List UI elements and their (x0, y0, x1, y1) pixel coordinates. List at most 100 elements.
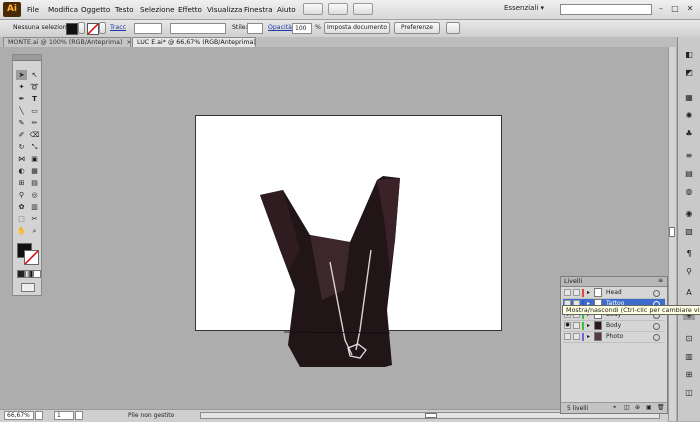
type-tool-icon[interactable]: T (29, 94, 40, 104)
menu-modifica[interactable]: Modifica (48, 5, 78, 14)
layer-name[interactable]: Head (606, 289, 622, 296)
stroke-panel-icon[interactable]: ≡ (683, 150, 695, 161)
shape-builder-icon[interactable]: ◐ (16, 166, 27, 176)
menu-testo[interactable]: Testo (115, 5, 134, 14)
graphic-styles-icon[interactable]: ▧ (683, 226, 695, 237)
eyedropper-icon[interactable]: ⚲ (16, 190, 27, 200)
align-icon[interactable]: ▥ (683, 351, 695, 362)
transform-icon[interactable]: ⊞ (683, 369, 695, 380)
style-swatch[interactable] (247, 23, 263, 34)
perspective-grid-icon[interactable]: ▦ (29, 166, 40, 176)
blend-tool-icon[interactable]: ◎ (29, 190, 40, 200)
arrange-documents-button[interactable] (328, 3, 348, 15)
layers-panel-header[interactable]: Livelli ≡ (561, 277, 667, 287)
color-guide-icon[interactable]: ◩ (683, 67, 695, 78)
preferences-button[interactable]: Preferenze (394, 22, 440, 34)
layer-row[interactable]: ▸ Photo (563, 332, 665, 343)
target-icon[interactable] (653, 290, 660, 297)
rotate-icon[interactable]: ↻ (16, 142, 27, 152)
appearance-icon[interactable]: ◉ (683, 208, 695, 219)
line-tool-icon[interactable]: ╲ (16, 106, 27, 116)
color-panel-icon[interactable]: ◧ (683, 49, 695, 60)
paintbrush-icon[interactable]: ✎ (16, 118, 27, 128)
vertical-scrollbar[interactable] (668, 47, 676, 421)
paragraph-icon[interactable]: ¶ (683, 248, 695, 259)
gradient-mode-icon[interactable] (25, 270, 33, 278)
swatches-icon[interactable]: ▦ (683, 92, 695, 103)
lock-toggle[interactable] (573, 333, 580, 340)
search-input[interactable] (560, 4, 652, 15)
symbols-icon[interactable]: ♣ (683, 128, 695, 139)
expand-triangle-icon[interactable]: ▸ (587, 289, 590, 296)
rectangle-tool-icon[interactable]: ▭ (29, 106, 40, 116)
magic-wand-icon[interactable]: ✦ (16, 82, 27, 92)
menu-oggetto[interactable]: Oggetto (81, 5, 110, 14)
pen-tool-icon[interactable]: ✒ (16, 94, 27, 104)
stroke-link[interactable]: Tracc (110, 24, 126, 31)
gradient-panel-icon[interactable]: ▤ (683, 168, 695, 179)
scroll-thumb[interactable] (669, 227, 675, 237)
stroke-dropdown[interactable] (99, 22, 106, 34)
column-graph-icon[interactable]: ▥ (29, 202, 40, 212)
menu-aiuto[interactable]: Aiuto (277, 5, 296, 14)
stroke-weight-field[interactable] (134, 23, 162, 34)
lock-toggle[interactable] (573, 322, 580, 329)
tab-luc-e[interactable]: LUC E.ai* @ 66,67% (RGB/Anteprima)× (132, 37, 256, 47)
artboards-icon[interactable]: ⊡ (683, 333, 695, 344)
brush-field[interactable] (170, 23, 226, 34)
zoom-field[interactable]: 66,67% (4, 411, 34, 420)
blob-brush-icon[interactable]: ✐ (16, 130, 27, 140)
layer-row[interactable]: ▸ Head (563, 288, 665, 299)
direct-selection-icon[interactable]: ↖ (29, 70, 40, 80)
new-sublayer-icon[interactable]: ⊕ (635, 404, 640, 411)
selection-tool-icon[interactable]: ➤ (16, 70, 27, 80)
lock-toggle[interactable] (573, 289, 580, 296)
zoom-tool-icon[interactable]: ⌕ (29, 226, 40, 236)
stroke-swatch[interactable] (87, 23, 99, 35)
menu-finestra[interactable]: Finestra (244, 5, 273, 14)
hand-tool-icon[interactable]: ✋ (16, 226, 27, 236)
artboard-number-field[interactable]: 1 (54, 411, 74, 420)
character-icon[interactable]: A (683, 287, 695, 298)
expand-triangle-icon[interactable]: ▸ (587, 322, 590, 329)
opacity-link[interactable]: Opacità: (268, 24, 294, 31)
scale-icon[interactable]: ⤡ (29, 142, 40, 152)
delete-layer-icon[interactable]: 🗑 (657, 404, 665, 411)
layer-row[interactable]: ● ▸ Body (563, 321, 665, 332)
panel-menu-icon[interactable]: ≡ (658, 277, 663, 284)
new-layer-icon[interactable]: ▣ (646, 404, 652, 411)
document-setup-button[interactable]: Imposta documento (324, 22, 390, 34)
width-tool-icon[interactable]: ⋈ (16, 154, 27, 164)
maximize-icon[interactable]: □ (669, 3, 681, 15)
brushes-icon[interactable]: ✺ (683, 110, 695, 121)
none-mode-icon[interactable] (33, 270, 41, 278)
artboard-dropdown[interactable] (75, 411, 83, 420)
screen-mode-button[interactable] (353, 3, 373, 15)
panel-menu-icon[interactable] (446, 22, 460, 34)
menu-selezione[interactable]: Selezione (140, 5, 175, 14)
scroll-thumb[interactable] (425, 413, 437, 418)
panel-grip[interactable] (13, 55, 41, 61)
fill-dropdown[interactable] (78, 22, 85, 34)
tab-monte[interactable]: MONTE.ai @ 100% (RGB/Anteprima)× (3, 37, 131, 47)
lasso-icon[interactable]: ➰ (29, 82, 40, 92)
fill-swatch[interactable] (66, 23, 78, 35)
locate-object-icon[interactable]: ⌖ (613, 404, 616, 412)
minimize-icon[interactable]: – (655, 3, 667, 15)
bridge-button[interactable] (303, 3, 323, 15)
opacity-input[interactable]: 100 (292, 23, 312, 34)
stroke-color-swatch[interactable] (24, 250, 39, 265)
mesh-tool-icon[interactable]: ⊞ (16, 178, 27, 188)
layer-name[interactable]: Body (606, 322, 621, 329)
menu-file[interactable]: File (27, 5, 39, 14)
opentype-icon[interactable]: ⚲ (683, 266, 695, 277)
zoom-dropdown[interactable] (35, 411, 43, 420)
color-mode-icon[interactable] (17, 270, 25, 278)
close-icon[interactable]: ✕ (684, 3, 696, 15)
clipping-mask-icon[interactable]: ◫ (624, 404, 630, 411)
screen-mode-icon[interactable] (21, 283, 35, 292)
slice-tool-icon[interactable]: ✂ (29, 214, 40, 224)
pencil-icon[interactable]: ✏ (29, 118, 40, 128)
expand-triangle-icon[interactable]: ▸ (587, 333, 590, 340)
layer-name[interactable]: Photo (606, 333, 623, 340)
